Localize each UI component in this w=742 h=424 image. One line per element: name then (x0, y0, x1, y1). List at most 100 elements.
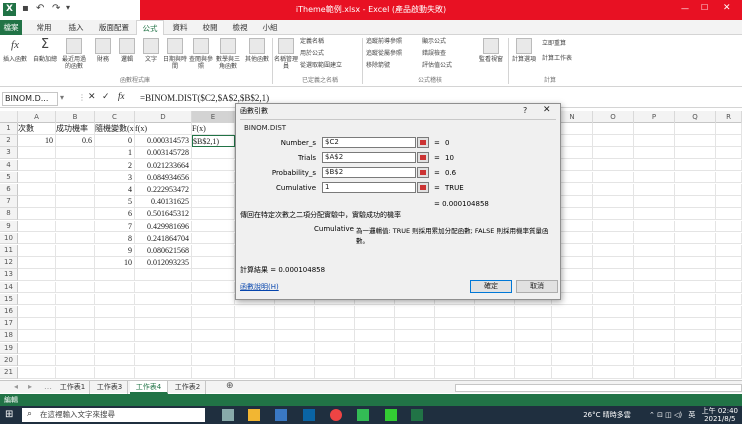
cell-c12[interactable]: 10 (95, 257, 135, 269)
error-checking-button[interactable]: 錯誤檢查 (422, 50, 466, 57)
row-header[interactable]: 19 (0, 342, 18, 355)
tab-page-layout[interactable]: 版面配置 (94, 20, 134, 35)
cell-q13[interactable] (675, 269, 716, 282)
cell-h20[interactable] (315, 354, 355, 367)
windows-start-icon[interactable]: ⊞ (5, 409, 13, 420)
next-sheet-icon[interactable]: ▸ (28, 382, 32, 391)
range-picker-icon[interactable] (417, 167, 429, 178)
column-header[interactable]: Q (675, 111, 716, 123)
cell-q15[interactable] (675, 293, 716, 306)
cell-d18[interactable] (135, 330, 192, 343)
row-header[interactable]: 16 (0, 306, 18, 318)
cell-e11[interactable] (192, 245, 235, 257)
cell-d17[interactable] (135, 318, 192, 330)
cell-p6[interactable] (634, 184, 675, 196)
cell-d6[interactable]: 0.222953472 (135, 184, 192, 196)
cell-g21[interactable] (275, 367, 315, 379)
range-picker-icon[interactable] (417, 182, 429, 193)
cell-b15[interactable] (56, 293, 95, 306)
trace-dependents-button[interactable]: 追蹤從屬參照 (366, 50, 418, 57)
cell-e19[interactable] (192, 342, 235, 355)
cell-k21[interactable] (435, 367, 475, 379)
calculate-now-button[interactable]: 立即重算 (542, 40, 588, 47)
cell-o18[interactable] (593, 330, 634, 343)
cell-r10[interactable] (716, 232, 742, 245)
cell-c6[interactable]: 4 (95, 184, 135, 196)
column-header[interactable]: A (18, 111, 56, 123)
row-header[interactable]: 2 (0, 135, 18, 147)
cell-c15[interactable] (95, 293, 135, 306)
date-time-button[interactable]: 日期與時間 (162, 38, 188, 70)
lookup-button[interactable]: 查閱與參照 (188, 38, 214, 70)
cell-r5[interactable] (716, 171, 742, 184)
logical-button[interactable]: 邏輯 (116, 38, 138, 63)
autosum-button[interactable]: Σ 自動加總 (32, 38, 58, 64)
dialog-close-icon[interactable]: ✕ (543, 105, 551, 115)
cell-p15[interactable] (634, 293, 675, 306)
cell-c14[interactable] (95, 281, 135, 294)
cell-i17[interactable] (355, 318, 395, 330)
cell-p7[interactable] (634, 196, 675, 208)
cell-e15[interactable] (192, 293, 235, 306)
name-box[interactable]: BINOM.D... (2, 92, 58, 106)
cell-p16[interactable] (634, 306, 675, 318)
cell-d10[interactable]: 0.241864704 (135, 232, 192, 245)
row-header[interactable]: 12 (0, 257, 18, 269)
chrome-icon[interactable] (330, 409, 342, 421)
cell-g20[interactable] (275, 354, 315, 367)
line-icon[interactable] (385, 409, 397, 421)
cell-k19[interactable] (435, 342, 475, 355)
cell-m17[interactable] (515, 318, 552, 330)
column-header[interactable]: P (634, 111, 675, 123)
row-header[interactable]: 9 (0, 220, 18, 233)
cell-o3[interactable] (593, 147, 634, 160)
row-header[interactable]: 4 (0, 159, 18, 172)
cell-p10[interactable] (634, 232, 675, 245)
tab-file[interactable]: 檔案 (0, 20, 22, 35)
cell-r13[interactable] (716, 269, 742, 282)
cell-i19[interactable] (355, 342, 395, 355)
cell-q16[interactable] (675, 306, 716, 318)
cell-b13[interactable] (56, 269, 95, 282)
cell-p1[interactable] (634, 123, 675, 135)
cell-c19[interactable] (95, 342, 135, 355)
cell-r17[interactable] (716, 318, 742, 330)
row-header[interactable]: 21 (0, 367, 18, 379)
cell-q7[interactable] (675, 196, 716, 208)
text-button[interactable]: 文字 (140, 38, 162, 63)
cell-a1[interactable]: 次數 (18, 123, 56, 135)
taskbar-search-input[interactable]: 在這裡輸入文字來搜尋 (22, 408, 205, 422)
cell-l20[interactable] (475, 354, 515, 367)
cell-l21[interactable] (475, 367, 515, 379)
cell-a18[interactable] (18, 330, 56, 343)
cell-q11[interactable] (675, 245, 716, 257)
cell-k20[interactable] (435, 354, 475, 367)
cell-o4[interactable] (593, 159, 634, 172)
cell-o14[interactable] (593, 281, 634, 294)
cell-n17[interactable] (552, 318, 593, 330)
cell-j17[interactable] (395, 318, 435, 330)
cell-b5[interactable] (56, 171, 95, 184)
cell-m18[interactable] (515, 330, 552, 343)
cell-o17[interactable] (593, 318, 634, 330)
undo-icon[interactable]: ↶ (36, 3, 44, 14)
cancel-entry-icon[interactable]: ✕ (88, 92, 96, 102)
cell-h21[interactable] (315, 367, 355, 379)
cell-h17[interactable] (315, 318, 355, 330)
cell-o2[interactable] (593, 135, 634, 147)
cell-p20[interactable] (634, 354, 675, 367)
cell-b2[interactable]: 0.6 (56, 135, 95, 147)
cell-m16[interactable] (515, 306, 552, 318)
prev-sheet-icon[interactable]: ◂ (14, 382, 18, 391)
cell-o20[interactable] (593, 354, 634, 367)
use-in-formula-button[interactable]: 用於公式 (300, 50, 346, 57)
name-manager-button[interactable]: 名稱管理員 (274, 38, 298, 70)
column-header[interactable]: O (593, 111, 634, 123)
cell-q8[interactable] (675, 208, 716, 221)
column-header[interactable]: E (192, 111, 235, 123)
name-box-dropdown-icon[interactable]: ▾ (60, 93, 64, 102)
financial-button[interactable]: 財務 (92, 38, 114, 63)
cell-a4[interactable] (18, 159, 56, 172)
cell-q14[interactable] (675, 281, 716, 294)
cell-r4[interactable] (716, 159, 742, 172)
